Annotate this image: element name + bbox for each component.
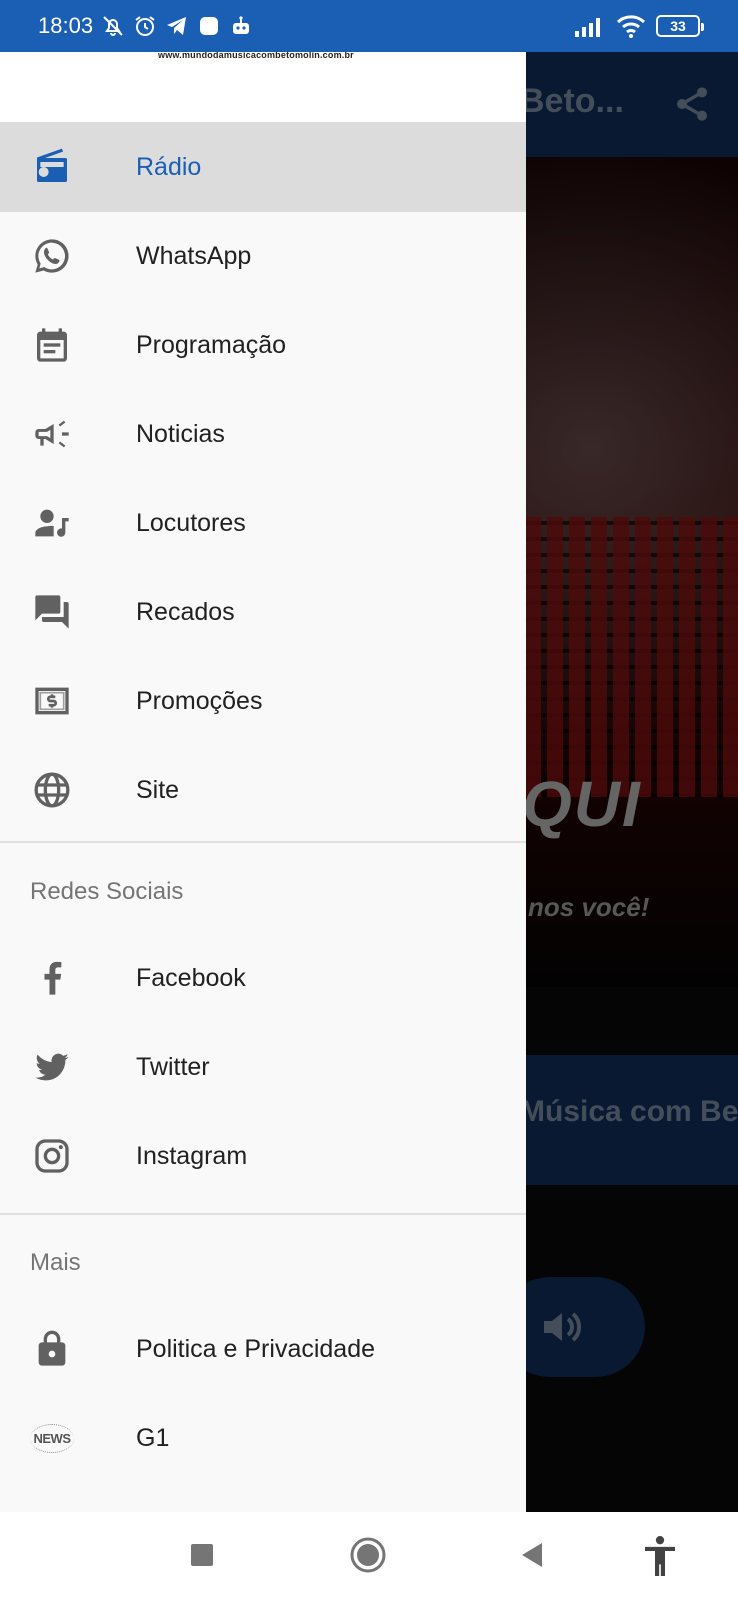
drawer-item-label: Rádio [136, 152, 202, 181]
whatsapp-icon [30, 234, 74, 278]
chat-icon [30, 590, 74, 634]
system-nav-bar [0, 1512, 738, 1600]
news-icon: NEWS [30, 1416, 74, 1460]
drawer-item-facebook[interactable]: Facebook [0, 933, 526, 1023]
calendar-icon [30, 323, 74, 367]
radio-icon [30, 145, 74, 189]
twitter-icon [30, 1045, 74, 1089]
drawer-item-label: Facebook [136, 963, 246, 992]
drawer-item-twitter[interactable]: Twitter [0, 1022, 526, 1112]
section-header-more: Mais [30, 1249, 81, 1276]
facebook-icon [30, 956, 74, 1000]
person-music-icon [30, 501, 74, 545]
drawer-item-label: Recados [136, 597, 235, 626]
drawer-item-label: WhatsApp [136, 241, 252, 270]
drawer-divider [0, 841, 526, 843]
instagram-icon [30, 1134, 74, 1178]
drawer-item-label: Locutores [136, 508, 246, 537]
lock-icon [30, 1327, 74, 1371]
drawer-item-label: G1 [136, 1423, 170, 1452]
drawer-item-site[interactable]: Site [0, 745, 526, 835]
drawer-item-label: Instagram [136, 1141, 248, 1170]
drawer-item-privacy[interactable]: Politica e Privacidade [0, 1304, 526, 1394]
battery-icon: 33 [656, 15, 704, 37]
app-icon [197, 14, 221, 38]
drawer-item-whatsapp[interactable]: WhatsApp [0, 211, 526, 301]
drawer-item-label: Twitter [136, 1052, 210, 1081]
drawer-item-promocoes[interactable]: Promoções [0, 656, 526, 746]
drawer-item-programacao[interactable]: Programação [0, 300, 526, 390]
status-time: 18:03 [38, 13, 94, 38]
megaphone-icon [30, 412, 74, 456]
drawer-item-label: Site [136, 775, 180, 804]
drawer-item-label: Politica e Privacidade [136, 1334, 376, 1363]
globe-icon [30, 768, 74, 812]
drawer-item-radio[interactable]: Rádio [0, 122, 526, 212]
bell-off-icon [101, 14, 125, 38]
drawer-item-label: Noticias [136, 419, 225, 448]
drawer-item-label: Programação [136, 330, 287, 359]
drawer-item-instagram[interactable]: Instagram [0, 1111, 526, 1201]
back-button[interactable] [518, 1534, 548, 1583]
recents-button[interactable] [188, 1534, 216, 1583]
drawer-item-noticias[interactable]: Noticias [0, 389, 526, 479]
section-header-social: Redes Sociais [30, 878, 184, 905]
drawer-item-locutores[interactable]: Locutores [0, 478, 526, 568]
money-icon [30, 679, 74, 723]
navigation-drawer: www.mundodamusicacombetomolin.com.br Rád… [0, 52, 526, 1512]
drawer-header-url: www.mundodamusicacombetomolin.com.br [158, 52, 354, 60]
accessibility-button[interactable] [640, 1534, 680, 1583]
drawer-item-label: Promoções [136, 686, 263, 715]
drawer-divider [0, 1213, 526, 1215]
news-icon-text: NEWS [30, 1423, 74, 1453]
telegram-icon [165, 14, 189, 38]
robot-icon [229, 14, 253, 38]
status-icons-left [101, 14, 253, 38]
signal-icon [574, 15, 606, 37]
status-bar: 18:03 33 [0, 0, 738, 52]
wifi-icon [616, 14, 646, 38]
drawer-header: www.mundodamusicacombetomolin.com.br [0, 52, 526, 124]
home-button[interactable] [348, 1534, 388, 1583]
drawer-item-recados[interactable]: Recados [0, 567, 526, 657]
alarm-icon [133, 14, 157, 38]
status-icons-right: 33 [574, 14, 704, 38]
drawer-item-g1[interactable]: NEWS G1 [0, 1393, 526, 1483]
